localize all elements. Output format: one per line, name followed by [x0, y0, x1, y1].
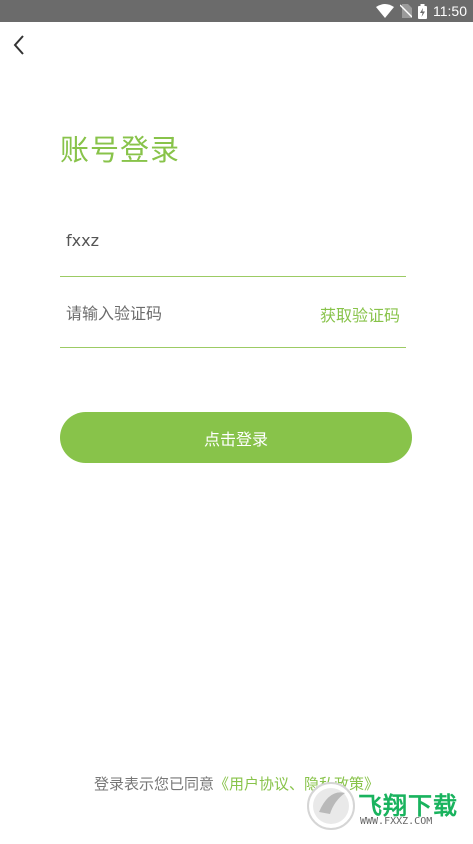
- status-icons: 11:50: [376, 0, 467, 22]
- chevron-left-icon: [13, 35, 24, 55]
- verification-code-field: 获取验证码: [60, 286, 406, 348]
- page-title: 账号登录: [60, 133, 181, 167]
- account-input[interactable]: [66, 228, 386, 252]
- wifi-icon: [376, 4, 394, 18]
- status-bar: 11:50: [0, 0, 473, 22]
- account-field: [60, 210, 406, 277]
- status-time: 11:50: [433, 3, 467, 19]
- watermark-logo: [307, 782, 355, 830]
- no-sim-icon: [400, 4, 412, 18]
- agreement-separator: 、: [289, 775, 305, 793]
- verification-code-input[interactable]: [66, 301, 286, 325]
- user-agreement-link[interactable]: 用户协议: [229, 775, 289, 793]
- open-bracket: 《: [213, 775, 229, 793]
- login-button[interactable]: 点击登录: [60, 412, 412, 463]
- watermark: 飞翔下载 WWW.FXXZ.COM: [306, 780, 464, 832]
- battery-charging-icon: [418, 3, 427, 19]
- watermark-url: WWW.FXXZ.COM: [360, 816, 433, 827]
- agreement-prefix: 登录表示您已同意: [93, 775, 214, 793]
- back-button[interactable]: [6, 30, 32, 60]
- get-code-button[interactable]: 获取验证码: [320, 302, 400, 326]
